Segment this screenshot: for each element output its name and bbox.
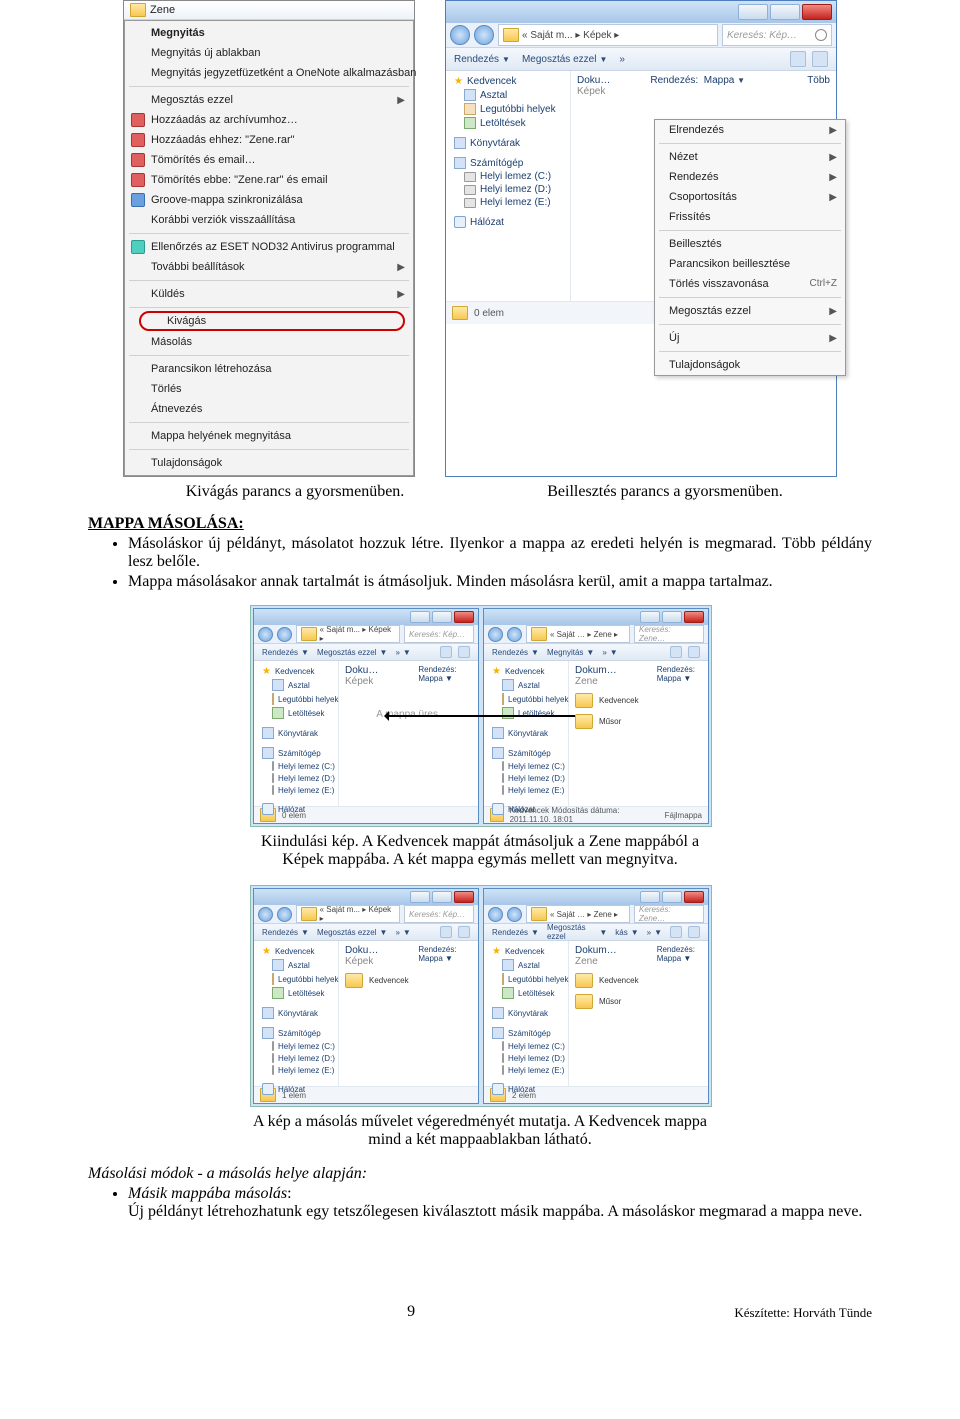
sort-value[interactable]: Mappa — [704, 75, 735, 86]
page-number: 9 — [407, 1303, 415, 1321]
view-icon[interactable] — [790, 51, 806, 67]
ctx-item[interactable]: Tulajdonságok — [125, 453, 413, 473]
ctx-item[interactable]: Beillesztés — [655, 234, 845, 254]
footer-author: Készítette: Horváth Tünde — [734, 1305, 872, 1321]
content-breadcrumb: Doku… — [577, 75, 610, 86]
context-menu-right: Elrendezés▶ Nézet▶Rendezés▶Csoportosítás▶… — [654, 119, 846, 376]
ctx-item[interactable]: Parancsikon létrehozása — [125, 359, 413, 379]
ctx-item[interactable]: Groove-mappa szinkronizálása — [125, 190, 413, 210]
right-explorer-panel: « Saját m... ▸ Képek ▸ Keresés: Kép… Ren… — [445, 0, 837, 477]
ctx-item[interactable]: Új▶ — [655, 328, 845, 348]
ctx-item[interactable]: Másolás — [125, 332, 413, 352]
sidebar: ★Kedvencek Asztal Legutóbbi helyek Letöl… — [446, 71, 571, 301]
ctx-item[interactable]: Tulajdonságok — [655, 355, 845, 375]
figure-1-wrap: « Saját m... ▸ Képek ▸ Keresés: Kép… Ren… — [250, 605, 710, 827]
ctx-item[interactable]: Hozzáadás az archívumhoz… — [125, 110, 413, 130]
folder-title-text: Zene — [150, 4, 175, 16]
caption-left: Kivágás parancs a gyorsmenüben. — [125, 483, 465, 501]
bullet-2: Mappa másolásakor annak tartalmát is átm… — [128, 573, 872, 591]
ctx-item[interactable]: Megnyitás új ablakban — [125, 43, 413, 63]
ctx-item[interactable]: Átnevezés — [125, 399, 413, 419]
address-bar[interactable]: « Saját m... ▸ Képek ▸ — [498, 24, 718, 46]
sidebar-item-legutobbi[interactable]: Legutóbbi helyek — [448, 102, 568, 116]
address-row: « Saját m... ▸ Képek ▸ Keresés: Kép… — [446, 23, 836, 48]
ctx-item[interactable]: Frissítés — [655, 207, 845, 227]
window-body: ★Kedvencek Asztal Legutóbbi helyek Letöl… — [446, 71, 836, 301]
ctx-item[interactable]: Kivágás — [139, 311, 405, 331]
content-subline: Képek — [577, 86, 610, 97]
sidebar-computer-header[interactable]: Számítógép — [448, 156, 568, 170]
ctx-item[interactable]: Küldés▶ — [125, 284, 413, 304]
sub-bullet-list: Másik mappába másolás: Új példányt létre… — [88, 1185, 872, 1221]
toolbar-megosztas[interactable]: Megosztás ezzel ▼ — [522, 54, 607, 65]
page-footer: 9 Készítette: Horváth Tünde — [0, 1303, 960, 1333]
ctx-item[interactable]: Megosztás ezzel▶ — [655, 301, 845, 321]
ctx-item[interactable]: Hozzáadás ehhez: "Zene.rar" — [125, 130, 413, 150]
nav-fwd-icon[interactable] — [474, 25, 494, 45]
sidebar-favorites-header[interactable]: ★Kedvencek — [448, 75, 568, 88]
caption-right: Beillesztés parancs a gyorsmenüben. — [495, 483, 835, 501]
folder-title-row: Zene — [124, 1, 414, 20]
context-menu-left: MegnyitásMegnyitás új ablakbanMegnyitás … — [124, 20, 414, 476]
italic-subheading: Másolási módok - a másolás helye alapján… — [88, 1165, 872, 1183]
sidebar-drive-c[interactable]: Helyi lemez (C:) — [448, 170, 568, 183]
nav-back-icon[interactable] — [450, 25, 470, 45]
sidebar-item-asztal[interactable]: Asztal — [448, 88, 568, 102]
sidebar-network-header[interactable]: Hálózat — [448, 215, 568, 229]
sidebar-drive-e[interactable]: Helyi lemez (E:) — [448, 196, 568, 209]
ctx-item[interactable]: Mappa helyének megnyitása — [125, 426, 413, 446]
copy-arrow-icon — [385, 715, 575, 717]
close-button[interactable] — [802, 4, 832, 20]
content-column-headers: Doku… Képek Rendezés: Mappa ▼ Több — [577, 75, 830, 97]
ctx-item[interactable]: Törlés visszavonásaCtrl+Z — [655, 274, 845, 294]
ctx-item[interactable]: Rendezés▶ — [655, 167, 845, 187]
ctx-item[interactable]: Tömörítés ebbe: "Zene.rar" és email — [125, 170, 413, 190]
figure-2-wrap: « Saját m... ▸ Képek ▸ Keresés: Kép… Ren… — [250, 885, 710, 1107]
sidebar-item-letoltesek[interactable]: Letöltések — [448, 116, 568, 130]
search-input[interactable]: Keresés: Kép… — [722, 24, 832, 46]
status-text: 0 elem — [474, 308, 504, 319]
ctx-item[interactable]: Megosztás ezzel▶ — [125, 90, 413, 110]
ctx-item[interactable]: További beállítások▶ — [125, 257, 413, 277]
sort-label: Rendezés: — [650, 75, 698, 86]
more-arrow[interactable]: Több — [807, 75, 830, 97]
top-screenshots-row: Zene MegnyitásMegnyitás új ablakbanMegny… — [88, 0, 872, 477]
sub-bullet-item: Másik mappába másolás: Új példányt létre… — [128, 1185, 872, 1221]
bullet-1: Másoláskor új példányt, másolatot hozzuk… — [128, 535, 872, 571]
ctx-item[interactable]: Törlés — [125, 379, 413, 399]
ctx-item[interactable]: Parancsikon beillesztése — [655, 254, 845, 274]
search-placeholder: Keresés: Kép… — [727, 30, 797, 41]
sub-bullet-title: Másik mappába másolás — [128, 1185, 287, 1202]
main-bullet-list: Másoláskor új példányt, másolatot hozzuk… — [88, 535, 872, 591]
folder-icon — [130, 3, 146, 17]
figure-2: « Saját m... ▸ Képek ▸ Keresés: Kép… Ren… — [250, 885, 712, 1107]
sidebar-libraries-header[interactable]: Könyvtárak — [448, 136, 568, 150]
help-icon[interactable] — [812, 51, 828, 67]
toolbar: Rendezés ▼ Megosztás ezzel ▼ » — [446, 48, 836, 71]
ctx-item[interactable]: Megnyitás — [125, 23, 413, 43]
address-text: « Saját m... ▸ Képek ▸ — [522, 30, 619, 41]
ctx-item[interactable]: Ellenőrzés az ESET NOD32 Antivirus progr… — [125, 237, 413, 257]
sub-bullet-body: Új példányt létrehozhatunk egy tetszőleg… — [128, 1203, 862, 1220]
ctx-item[interactable]: Csoportosítás▶ — [655, 187, 845, 207]
figure-1-caption: Kiindulási kép. A Kedvencek mappát átmás… — [250, 833, 710, 869]
ctx-item[interactable]: Nézet▶ — [655, 147, 845, 167]
sidebar-drive-d[interactable]: Helyi lemez (D:) — [448, 183, 568, 196]
folder-icon — [452, 306, 468, 320]
ctx-item[interactable]: Megnyitás jegyzetfüzetként a OneNote alk… — [125, 63, 413, 83]
toolbar-more[interactable]: » — [619, 54, 625, 65]
toolbar-rendezes[interactable]: Rendezés ▼ — [454, 54, 510, 65]
minimize-button[interactable] — [738, 4, 768, 20]
search-icon — [815, 29, 827, 41]
ctx-item[interactable]: Korábbi verziók visszaállítása — [125, 210, 413, 230]
top-captions-row: Kivágás parancs a gyorsmenüben. Beillesz… — [88, 483, 872, 501]
ctx-item[interactable]: Tömörítés és email… — [125, 150, 413, 170]
left-context-menu-panel: Zene MegnyitásMegnyitás új ablakbanMegny… — [123, 0, 415, 477]
section-heading: MAPPA MÁSOLÁSA: — [88, 515, 872, 533]
window-titlebar — [446, 1, 836, 23]
maximize-button[interactable] — [770, 4, 800, 20]
figure-2-caption: A kép a másolás művelet végeredményét mu… — [250, 1113, 710, 1149]
folder-icon — [503, 28, 519, 42]
ctx-item[interactable]: Elrendezés▶ — [655, 120, 845, 140]
